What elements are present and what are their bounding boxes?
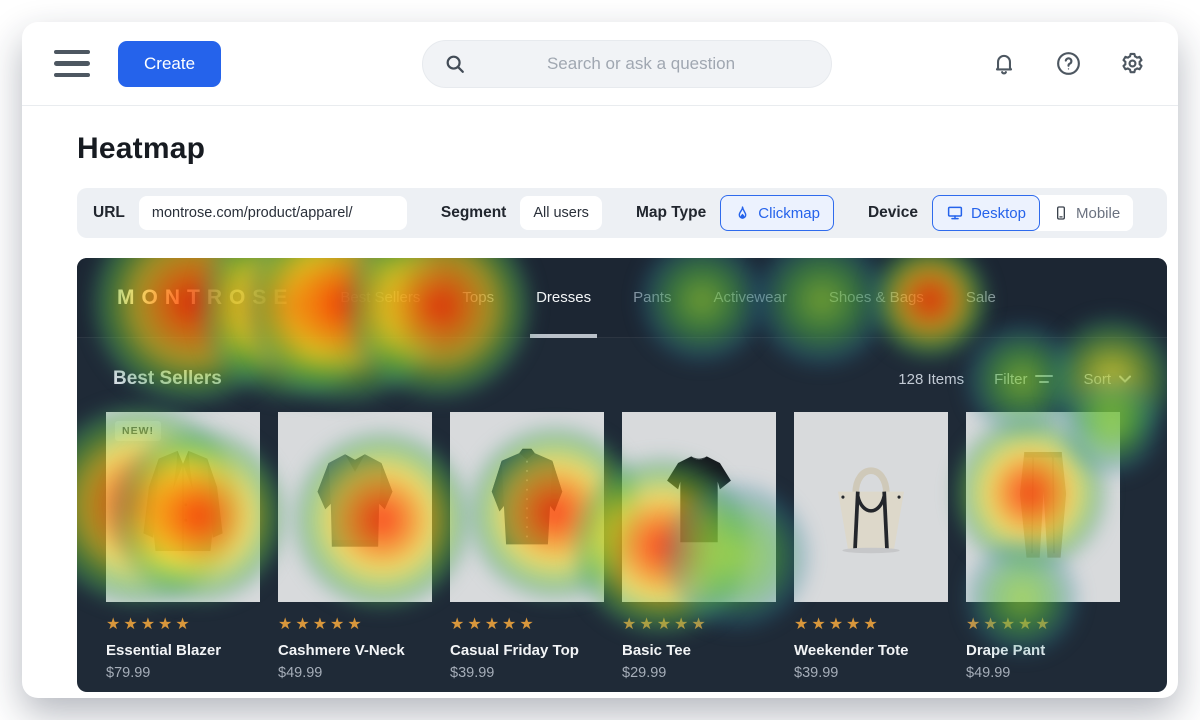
page-title: Heatmap (77, 132, 1178, 166)
device-label: Device (868, 204, 918, 222)
star-rating: ★★★★★ (966, 614, 1120, 634)
app-window: Create (22, 22, 1178, 698)
product-card[interactable]: ★★★★★ Basic Tee $29.99 (622, 412, 776, 681)
shirt-image (472, 432, 582, 582)
product-card[interactable]: NEW! ★★★★★ Essential Blazer $79.99 (106, 412, 260, 681)
product-price: $49.99 (278, 665, 432, 681)
product-price: $39.99 (794, 665, 948, 681)
heatmap-filter-bar: URL Segment All users Map Type Clickmap … (77, 188, 1167, 238)
product-image-pant[interactable] (966, 412, 1120, 602)
url-label: URL (93, 204, 125, 222)
product-name[interactable]: Casual Friday Top (450, 642, 604, 659)
product-name[interactable]: Drape Pant (966, 642, 1120, 659)
product-image-tote[interactable] (794, 412, 948, 602)
flame-icon (734, 205, 751, 222)
tshirt-image (644, 432, 754, 582)
device-mobile-label: Mobile (1076, 205, 1120, 222)
device-desktop-toggle[interactable]: Desktop (932, 195, 1040, 231)
pants-image (988, 432, 1098, 582)
product-name[interactable]: Basic Tee (622, 642, 776, 659)
star-rating: ★★★★★ (794, 614, 948, 634)
star-rating: ★★★★★ (622, 614, 776, 634)
product-name[interactable]: Cashmere V-Neck (278, 642, 432, 659)
url-field[interactable] (139, 196, 407, 230)
filter-control[interactable]: Filter (994, 371, 1053, 388)
filter-label: Filter (994, 371, 1027, 388)
site-nav-dresses-label: Dresses (536, 289, 591, 306)
star-rating: ★★★★★ (450, 614, 604, 634)
device-mobile-toggle[interactable]: Mobile (1040, 195, 1133, 231)
product-image-blazer[interactable]: NEW! (106, 412, 260, 602)
mobile-icon (1053, 205, 1069, 221)
product-image-tee[interactable] (622, 412, 776, 602)
sort-label: Sort (1083, 371, 1111, 388)
product-price: $49.99 (966, 665, 1120, 681)
help-icon[interactable] (1054, 50, 1082, 78)
sort-control[interactable]: Sort (1083, 371, 1131, 388)
device-toggle-group: Desktop Mobile (932, 195, 1133, 231)
product-image-shirt[interactable] (450, 412, 604, 602)
sweater-image (300, 432, 410, 582)
site-nav-bar: MONTROSE Best Sellers Tops Dresses Pants… (77, 258, 1167, 338)
section-title: Best Sellers (113, 368, 222, 390)
search-bar[interactable] (422, 40, 832, 88)
star-rating: ★★★★★ (278, 614, 432, 634)
tote-image (816, 432, 926, 582)
search-icon (441, 50, 469, 78)
product-card[interactable]: ★★★★★ Drape Pant $49.99 (966, 412, 1120, 681)
site-nav-pants[interactable]: Pants (633, 258, 671, 338)
items-count: 128 Items (898, 371, 964, 388)
top-bar: Create (22, 22, 1178, 106)
product-image-vneck[interactable] (278, 412, 432, 602)
blazer-image (128, 432, 238, 582)
active-nav-underline (530, 334, 597, 338)
site-logo[interactable]: MONTROSE (117, 286, 294, 310)
product-card[interactable]: ★★★★★ Cashmere V-Neck $49.99 (278, 412, 432, 681)
site-nav-shoes-bags[interactable]: Shoes & Bags (829, 258, 924, 338)
product-price: $79.99 (106, 665, 260, 681)
clickmap-toggle[interactable]: Clickmap (720, 195, 834, 231)
map-type-label: Map Type (636, 204, 706, 222)
device-desktop-label: Desktop (971, 205, 1026, 222)
site-nav-sale[interactable]: Sale (966, 258, 996, 338)
new-badge: NEW! (115, 421, 161, 441)
url-input[interactable] (152, 205, 394, 221)
star-rating: ★★★★★ (106, 614, 260, 634)
product-price: $29.99 (622, 665, 776, 681)
product-price: $39.99 (450, 665, 604, 681)
notifications-bell-icon[interactable] (990, 50, 1018, 78)
clickmap-label: Clickmap (758, 205, 820, 222)
product-card[interactable]: ★★★★★ Weekender Tote $39.99 (794, 412, 948, 681)
site-nav-tops[interactable]: Tops (462, 258, 494, 338)
segment-select[interactable]: All users (520, 196, 602, 230)
product-grid: NEW! ★★★★★ Essential Blazer $79.99 (77, 390, 1167, 681)
site-nav-dresses[interactable]: Dresses (536, 258, 591, 338)
segment-label: Segment (441, 204, 506, 222)
filter-lines-icon (1035, 375, 1053, 383)
create-button[interactable]: Create (118, 41, 221, 87)
site-nav-activewear[interactable]: Activewear (713, 258, 786, 338)
heatmap-preview-panel: MONTROSE Best Sellers Tops Dresses Pants… (77, 258, 1167, 692)
product-name[interactable]: Weekender Tote (794, 642, 948, 659)
desktop-icon (946, 204, 964, 222)
site-nav-best-sellers[interactable]: Best Sellers (340, 258, 420, 338)
chevron-down-icon (1119, 375, 1131, 383)
product-card[interactable]: ★★★★★ Casual Friday Top $39.99 (450, 412, 604, 681)
hamburger-menu-icon[interactable] (54, 50, 90, 78)
section-header-row: Best Sellers 128 Items Filter Sort (77, 338, 1167, 390)
search-input[interactable] (469, 54, 813, 74)
product-name[interactable]: Essential Blazer (106, 642, 260, 659)
settings-gear-icon[interactable] (1118, 50, 1146, 78)
